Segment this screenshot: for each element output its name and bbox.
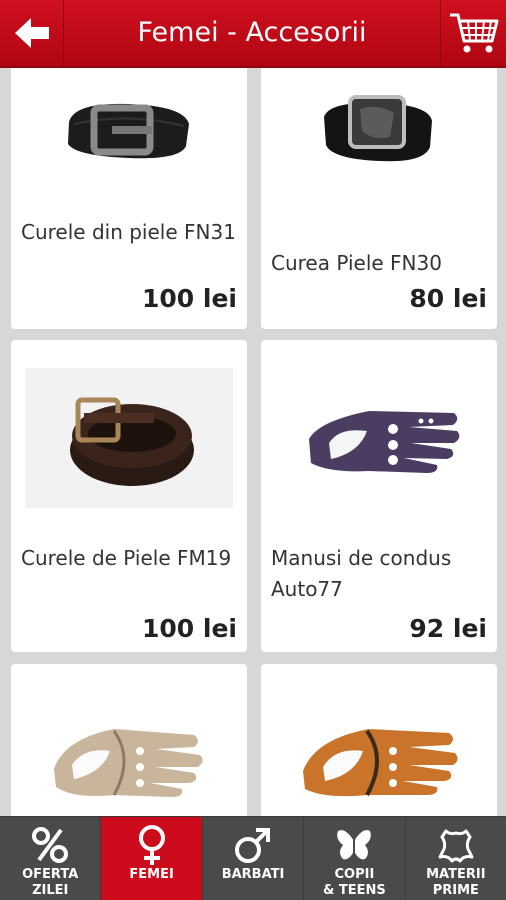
product-image: [11, 684, 247, 816]
product-price: 100 lei: [142, 614, 237, 643]
cart-button[interactable]: [440, 0, 506, 66]
product-name: Curea Piele FN30: [271, 251, 442, 275]
product-name: Curele de Piele FM19: [21, 546, 232, 570]
product-name: Curele din piele FN31: [21, 220, 236, 244]
product-card[interactable]: Curele din piele FN31 100 lei: [11, 68, 247, 329]
product-card[interactable]: Curea Piele FN30 80 lei: [261, 68, 497, 329]
nav-item-oferta-zilei[interactable]: OFERTA ZILEI: [0, 817, 102, 900]
arrow-left-icon: [14, 18, 49, 48]
percent-icon: [31, 823, 69, 867]
product-image: [25, 368, 233, 508]
product-card[interactable]: [11, 664, 247, 816]
product-card[interactable]: [261, 664, 497, 816]
app-header: Femei - Accesorii: [0, 0, 506, 68]
nav-label: COPII & TEENS: [323, 867, 386, 898]
product-price: 80 lei: [409, 284, 487, 313]
page-title: Femei - Accesorii: [137, 17, 367, 48]
back-button[interactable]: [0, 0, 64, 66]
product-image: [261, 368, 497, 508]
nav-item-materii-prime[interactable]: MATERII PRIME: [406, 817, 506, 900]
nav-item-femei[interactable]: FEMEI: [101, 817, 203, 900]
shopping-cart-icon: [449, 13, 498, 53]
product-card[interactable]: Curele de Piele FM19 100 lei: [11, 340, 247, 652]
nav-item-barbati[interactable]: BARBATI: [203, 817, 305, 900]
product-card[interactable]: Manusi de condus Auto77 92 lei: [261, 340, 497, 652]
butterfly-icon: [335, 823, 373, 867]
nav-label: OFERTA ZILEI: [22, 867, 79, 898]
leather-hide-icon: [438, 823, 474, 867]
female-icon: [135, 823, 169, 867]
product-price: 92 lei: [409, 614, 487, 643]
nav-item-copii-teens[interactable]: COPII & TEENS: [304, 817, 406, 900]
product-image: [11, 68, 247, 192]
product-name: Manusi de condus Auto77: [271, 546, 452, 601]
nav-label: MATERII PRIME: [426, 867, 486, 898]
product-image: [261, 684, 497, 816]
nav-label: BARBATI: [221, 867, 285, 882]
bottom-nav: OFERTA ZILEI FEMEI BARBATI COPII & TEENS…: [0, 816, 506, 900]
product-price: 100 lei: [142, 284, 237, 313]
product-grid: Curele din piele FN31 100 lei Curea Piel…: [0, 68, 506, 816]
male-icon: [234, 823, 272, 867]
product-image: [261, 68, 497, 192]
nav-label: FEMEI: [129, 867, 174, 882]
